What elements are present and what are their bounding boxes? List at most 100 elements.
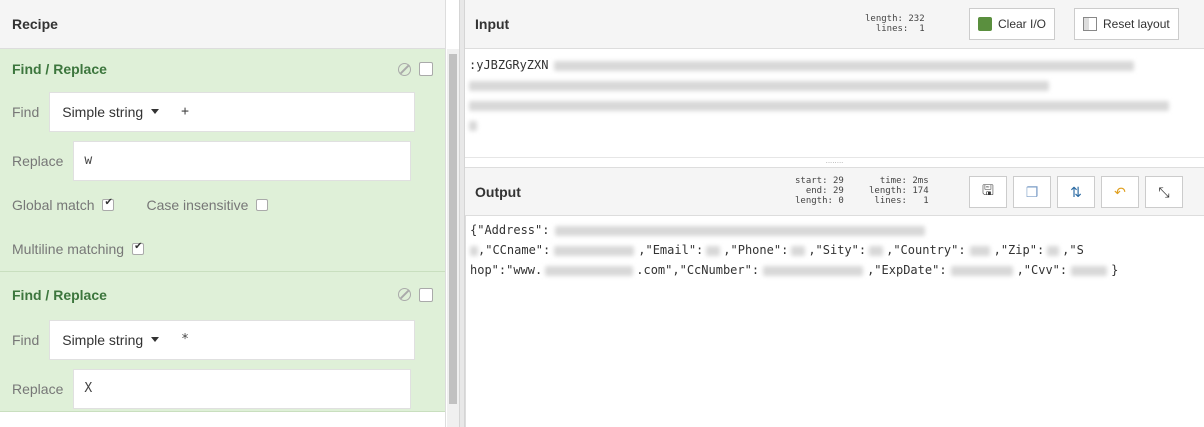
redacted-text	[469, 100, 1169, 111]
recipe-title: Recipe	[0, 0, 445, 49]
output-selection-stats: start: 29 end: 29 length: 0	[795, 176, 844, 206]
clear-io-button[interactable]: Clear I/O	[969, 8, 1056, 40]
output-text: ,"Zip":	[993, 243, 1045, 257]
find-type-select[interactable]: Simple string	[50, 332, 171, 348]
input-stats: length: 232 lines: 1	[865, 14, 925, 34]
find-replace-operation[interactable]: Find / Replace Find Simple string * Repl…	[0, 272, 445, 412]
undo-icon: ↶	[1114, 183, 1126, 200]
case-insensitive-checkbox[interactable]	[256, 199, 269, 211]
replace-field[interactable]: w	[73, 140, 412, 181]
trash-icon	[978, 17, 992, 31]
undo-switch-button[interactable]: ↶	[1101, 176, 1139, 208]
save-output-button[interactable]: 🖫	[969, 176, 1007, 208]
output-text: }	[1111, 263, 1119, 277]
find-value[interactable]: *	[171, 332, 199, 347]
output-header: Output start: 29 end: 29 length: 0 time:…	[465, 167, 1204, 216]
redacted-text	[469, 80, 1049, 91]
replace-label: Replace	[12, 380, 64, 397]
replace-field[interactable]: X	[73, 368, 412, 409]
redacted-text	[554, 60, 1135, 71]
redacted-text	[554, 245, 635, 256]
breakpoint-checkbox[interactable]	[419, 62, 433, 76]
find-replace-operation[interactable]: Find / Replace Find Simple string + Repl…	[0, 49, 445, 272]
output-text: ,"Cvv":	[1016, 263, 1068, 277]
global-match-label: Global match	[12, 197, 95, 213]
input-text: :yJBZGRyZXN	[469, 58, 549, 72]
redacted-text	[555, 225, 926, 236]
replace-value[interactable]: X	[74, 381, 102, 396]
swap-icon: ⇅	[1070, 183, 1082, 200]
disable-icon[interactable]	[398, 288, 411, 301]
scrollbar-thumb[interactable]	[449, 54, 457, 404]
input-lines: 1	[919, 24, 925, 34]
clear-io-label: Clear I/O	[998, 17, 1047, 31]
output-title: Output	[475, 183, 521, 200]
layout-icon	[1083, 17, 1097, 31]
breakpoint-checkbox[interactable]	[419, 287, 433, 302]
redacted-text	[969, 245, 990, 256]
redacted-text	[791, 245, 806, 256]
output-textarea[interactable]: {"Address": ,"CCname": ,"Email": ,"Phone":,…	[465, 216, 1204, 427]
copy-icon: ❐	[1025, 183, 1039, 200]
find-type-select[interactable]: Simple string	[50, 104, 171, 120]
redacted-text	[470, 245, 478, 256]
case-insensitive-label: Case insensitive	[146, 197, 249, 213]
redacted-text	[1047, 245, 1060, 256]
recipe-scrollbar[interactable]	[447, 49, 459, 427]
disable-icon[interactable]	[398, 62, 411, 76]
redacted-text	[869, 245, 884, 256]
replace-label: Replace	[12, 152, 64, 169]
output-text: {"Address":	[470, 223, 550, 237]
output-lines: 1	[923, 196, 929, 206]
chevron-down-icon	[151, 337, 160, 342]
input-title: Input	[475, 16, 510, 32]
redacted-text	[706, 245, 721, 256]
output-time: 2ms	[912, 176, 929, 186]
output-text: ,"Phone":	[723, 243, 789, 257]
redacted-text	[469, 120, 477, 131]
output-text: ,"Email":	[638, 243, 704, 257]
recipe-pane: Recipe Find / Replace Find Simple string…	[0, 0, 446, 427]
chevron-down-icon	[151, 109, 160, 114]
output-text: ,"S	[1062, 243, 1084, 257]
find-value[interactable]: +	[171, 104, 199, 119]
output-text: hop":"www.	[470, 263, 543, 277]
multiline-label: Multiline matching	[12, 241, 125, 257]
input-length: 232	[908, 14, 925, 24]
replace-value[interactable]: w	[74, 153, 102, 168]
reset-layout-button[interactable]: Reset layout	[1074, 8, 1179, 40]
io-pane: Input length: 232 lines: 1 Clear I/O Res…	[465, 0, 1204, 427]
output-stats: time: 2ms length: 174 lines: 1	[869, 176, 929, 206]
copy-output-button[interactable]: ❐	[1013, 176, 1051, 208]
find-type-value: Simple string	[62, 103, 144, 120]
output-length: 174	[912, 186, 929, 196]
output-start: 29	[832, 176, 844, 186]
maximise-output-button[interactable]: ⤡	[1145, 176, 1183, 208]
redacted-text	[763, 265, 864, 276]
find-label: Find	[12, 331, 40, 348]
input-header: Input length: 232 lines: 1 Clear I/O Res…	[465, 0, 1204, 49]
output-text: ,"Sity":	[808, 243, 867, 257]
save-icon: 🖫	[982, 182, 994, 198]
find-field[interactable]: Simple string *	[49, 319, 416, 360]
io-divider[interactable]: ........	[465, 157, 1204, 167]
switch-io-button[interactable]: ⇅	[1057, 176, 1095, 208]
output-text: ,"CCname":	[478, 243, 551, 257]
find-label: Find	[12, 103, 40, 120]
find-field[interactable]: Simple string +	[49, 91, 416, 132]
redacted-text	[950, 265, 1013, 276]
multiline-checkbox[interactable]	[132, 241, 145, 255]
redacted-text	[545, 265, 634, 276]
redacted-text	[1071, 265, 1108, 276]
global-match-checkbox[interactable]	[102, 197, 115, 211]
reset-layout-label: Reset layout	[1103, 17, 1170, 31]
output-text: ,"ExpDate":	[867, 263, 947, 277]
output-text: ,"Country":	[886, 243, 966, 257]
operation-name: Find / Replace	[12, 286, 107, 303]
output-sel-length: 0	[838, 196, 844, 206]
output-text: .com","CcNumber":	[636, 263, 760, 277]
operation-name: Find / Replace	[12, 61, 107, 77]
input-textarea[interactable]: :yJBZGRyZXN	[465, 49, 1204, 157]
output-end: 29	[832, 186, 844, 196]
expand-icon: ⤡	[1158, 183, 1170, 200]
